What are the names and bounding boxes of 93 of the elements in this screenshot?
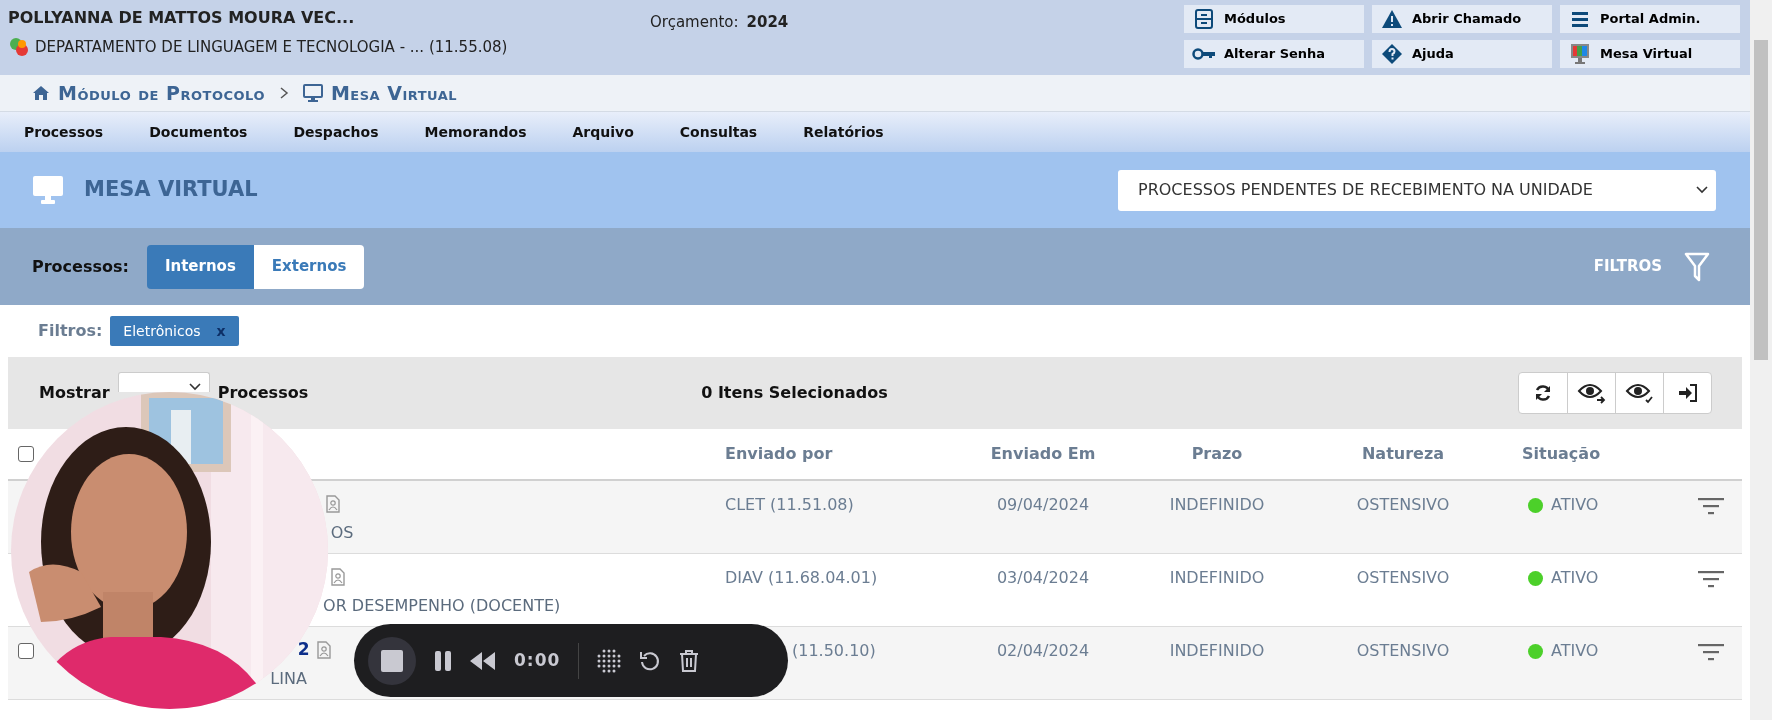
cabinet-icon (1194, 9, 1214, 29)
process-subject: OR DESEMPENHO (DOCENTE) (323, 595, 562, 617)
menu-item[interactable]: Arquivo (572, 121, 634, 143)
breadcrumb-link[interactable]: Mesa Virtual (330, 78, 458, 108)
budget-label: Orçamento: (650, 12, 739, 33)
menu-item[interactable]: Despachos (293, 121, 379, 143)
chevron-down-icon (188, 383, 201, 391)
date-cell-text: 02/04/2024 (995, 640, 1091, 662)
checkbox[interactable] (18, 643, 34, 659)
breadcrumb-link[interactable]: Módulo de Protocolo (58, 78, 265, 108)
status-text: ATIVO (1551, 494, 1599, 516)
column-header[interactable]: Situação (1498, 442, 1680, 466)
menu-icon (1571, 11, 1589, 27)
processes-label: Processos: (32, 255, 129, 278)
logo-icon (8, 36, 30, 59)
document-icon (324, 495, 341, 513)
filter-icon (1684, 251, 1710, 282)
chevron-down-icon (1696, 186, 1708, 194)
filters-label: Filtros: (38, 320, 103, 342)
dots-grid-icon (597, 648, 622, 673)
eye-arrow-icon (1576, 381, 1607, 405)
processes-unit-label: Processos (217, 382, 309, 404)
warning-icon (1381, 9, 1403, 29)
document-icon (329, 568, 346, 586)
column-header[interactable]: Prazo (1126, 442, 1308, 466)
pause-icon (434, 650, 452, 671)
deadline-cell-text: INDEFINIDO (1168, 494, 1266, 516)
effects-button[interactable] (597, 648, 622, 673)
monitor-icon (302, 84, 323, 102)
menu-item[interactable]: Relatórios (803, 121, 884, 143)
checkbox[interactable] (18, 446, 34, 462)
eye-check-icon (1624, 381, 1655, 405)
sender-cell-text: (11.50.10) (791, 640, 877, 662)
rewind-icon (470, 651, 496, 670)
nature-cell-text: OSTENSIVO (1355, 494, 1451, 516)
document-icon (315, 641, 332, 659)
status-text: ATIVO (1551, 567, 1599, 589)
pause-button[interactable] (434, 650, 452, 671)
quick-link-button[interactable]: Portal Admin. (1560, 5, 1740, 33)
segment-tab[interactable]: Internos (146, 244, 254, 289)
selection-count: 0 Itens Selecionados (701, 382, 888, 404)
deadline-cell-text: INDEFINIDO (1168, 640, 1266, 662)
sign-in-icon (1677, 384, 1698, 402)
chevron-icon (278, 87, 289, 99)
quick-link-button[interactable]: Ajuda (1372, 40, 1552, 68)
delete-button[interactable] (679, 648, 700, 673)
unit-name: DEPARTAMENTO DE LINGUAGEM E TECNOLOGIA - ... (11.55.08) (35, 37, 508, 58)
view-select[interactable]: PROCESSOS PENDENTES DE RECEBIMENTO NA UNIDADE (1118, 169, 1716, 211)
column-header[interactable]: Enviado por (715, 442, 960, 466)
key-icon (1192, 47, 1216, 61)
user-name: POLLYANNA DE MATTOS MOURA VEC... (8, 8, 356, 28)
page-title: MESA VIRTUAL (84, 176, 258, 204)
sender-cell-text: CLET (11.51.08) (724, 494, 855, 516)
column-header[interactable]: Enviado Em (960, 442, 1126, 466)
monitor-icon (32, 175, 64, 205)
menu-item[interactable]: Processos (24, 121, 104, 143)
status-text: ATIVO (1551, 640, 1599, 662)
row-menu-icon[interactable] (1698, 570, 1724, 588)
restart-button[interactable] (639, 649, 662, 672)
nature-cell-text: OSTENSIVO (1355, 567, 1451, 589)
process-subject: LINA (270, 668, 308, 690)
restart-icon (639, 649, 662, 672)
column-header[interactable]: Natureza (1308, 442, 1498, 466)
process-subject: OS (330, 522, 355, 544)
scrollbar[interactable] (1750, 0, 1772, 720)
sender-cell-text: DIAV (11.68.04.01) (724, 567, 879, 589)
refresh-icon (1533, 383, 1553, 403)
recording-time: 0:00 (514, 648, 561, 672)
menu-item[interactable]: Documentos (149, 121, 248, 143)
stop-icon (381, 649, 403, 672)
quick-link-button[interactable]: Módulos (1184, 5, 1364, 33)
quick-link-button[interactable]: Alterar Senha (1184, 40, 1364, 68)
trash-icon (679, 648, 700, 673)
monitor-icon (1570, 43, 1590, 65)
quick-link-button[interactable]: Abrir Chamado (1372, 5, 1552, 33)
date-cell-text: 09/04/2024 (995, 494, 1091, 516)
segment-tab[interactable]: Externos (253, 244, 365, 289)
menu-item[interactable]: Memorandos (424, 121, 527, 143)
row-menu-icon[interactable] (1698, 497, 1724, 515)
date-cell-text: 03/04/2024 (995, 567, 1091, 589)
filter-tag-label: Eletrônicos (123, 321, 201, 341)
stop-button[interactable] (368, 636, 416, 685)
deadline-cell-text: INDEFINIDO (1168, 567, 1266, 589)
rewind-button[interactable] (470, 651, 496, 670)
home-icon (32, 85, 50, 101)
process-number-link[interactable]: 2 (297, 637, 310, 663)
nature-cell-text: OSTENSIVO (1355, 640, 1451, 662)
help-icon (1381, 43, 1403, 65)
menu-item[interactable]: Consultas (679, 121, 758, 143)
row-menu-icon[interactable] (1698, 643, 1724, 661)
show-label: Mostrar (39, 382, 110, 404)
quick-link-button[interactable]: Mesa Virtual (1560, 40, 1740, 68)
budget-year: 2024 (746, 12, 789, 33)
